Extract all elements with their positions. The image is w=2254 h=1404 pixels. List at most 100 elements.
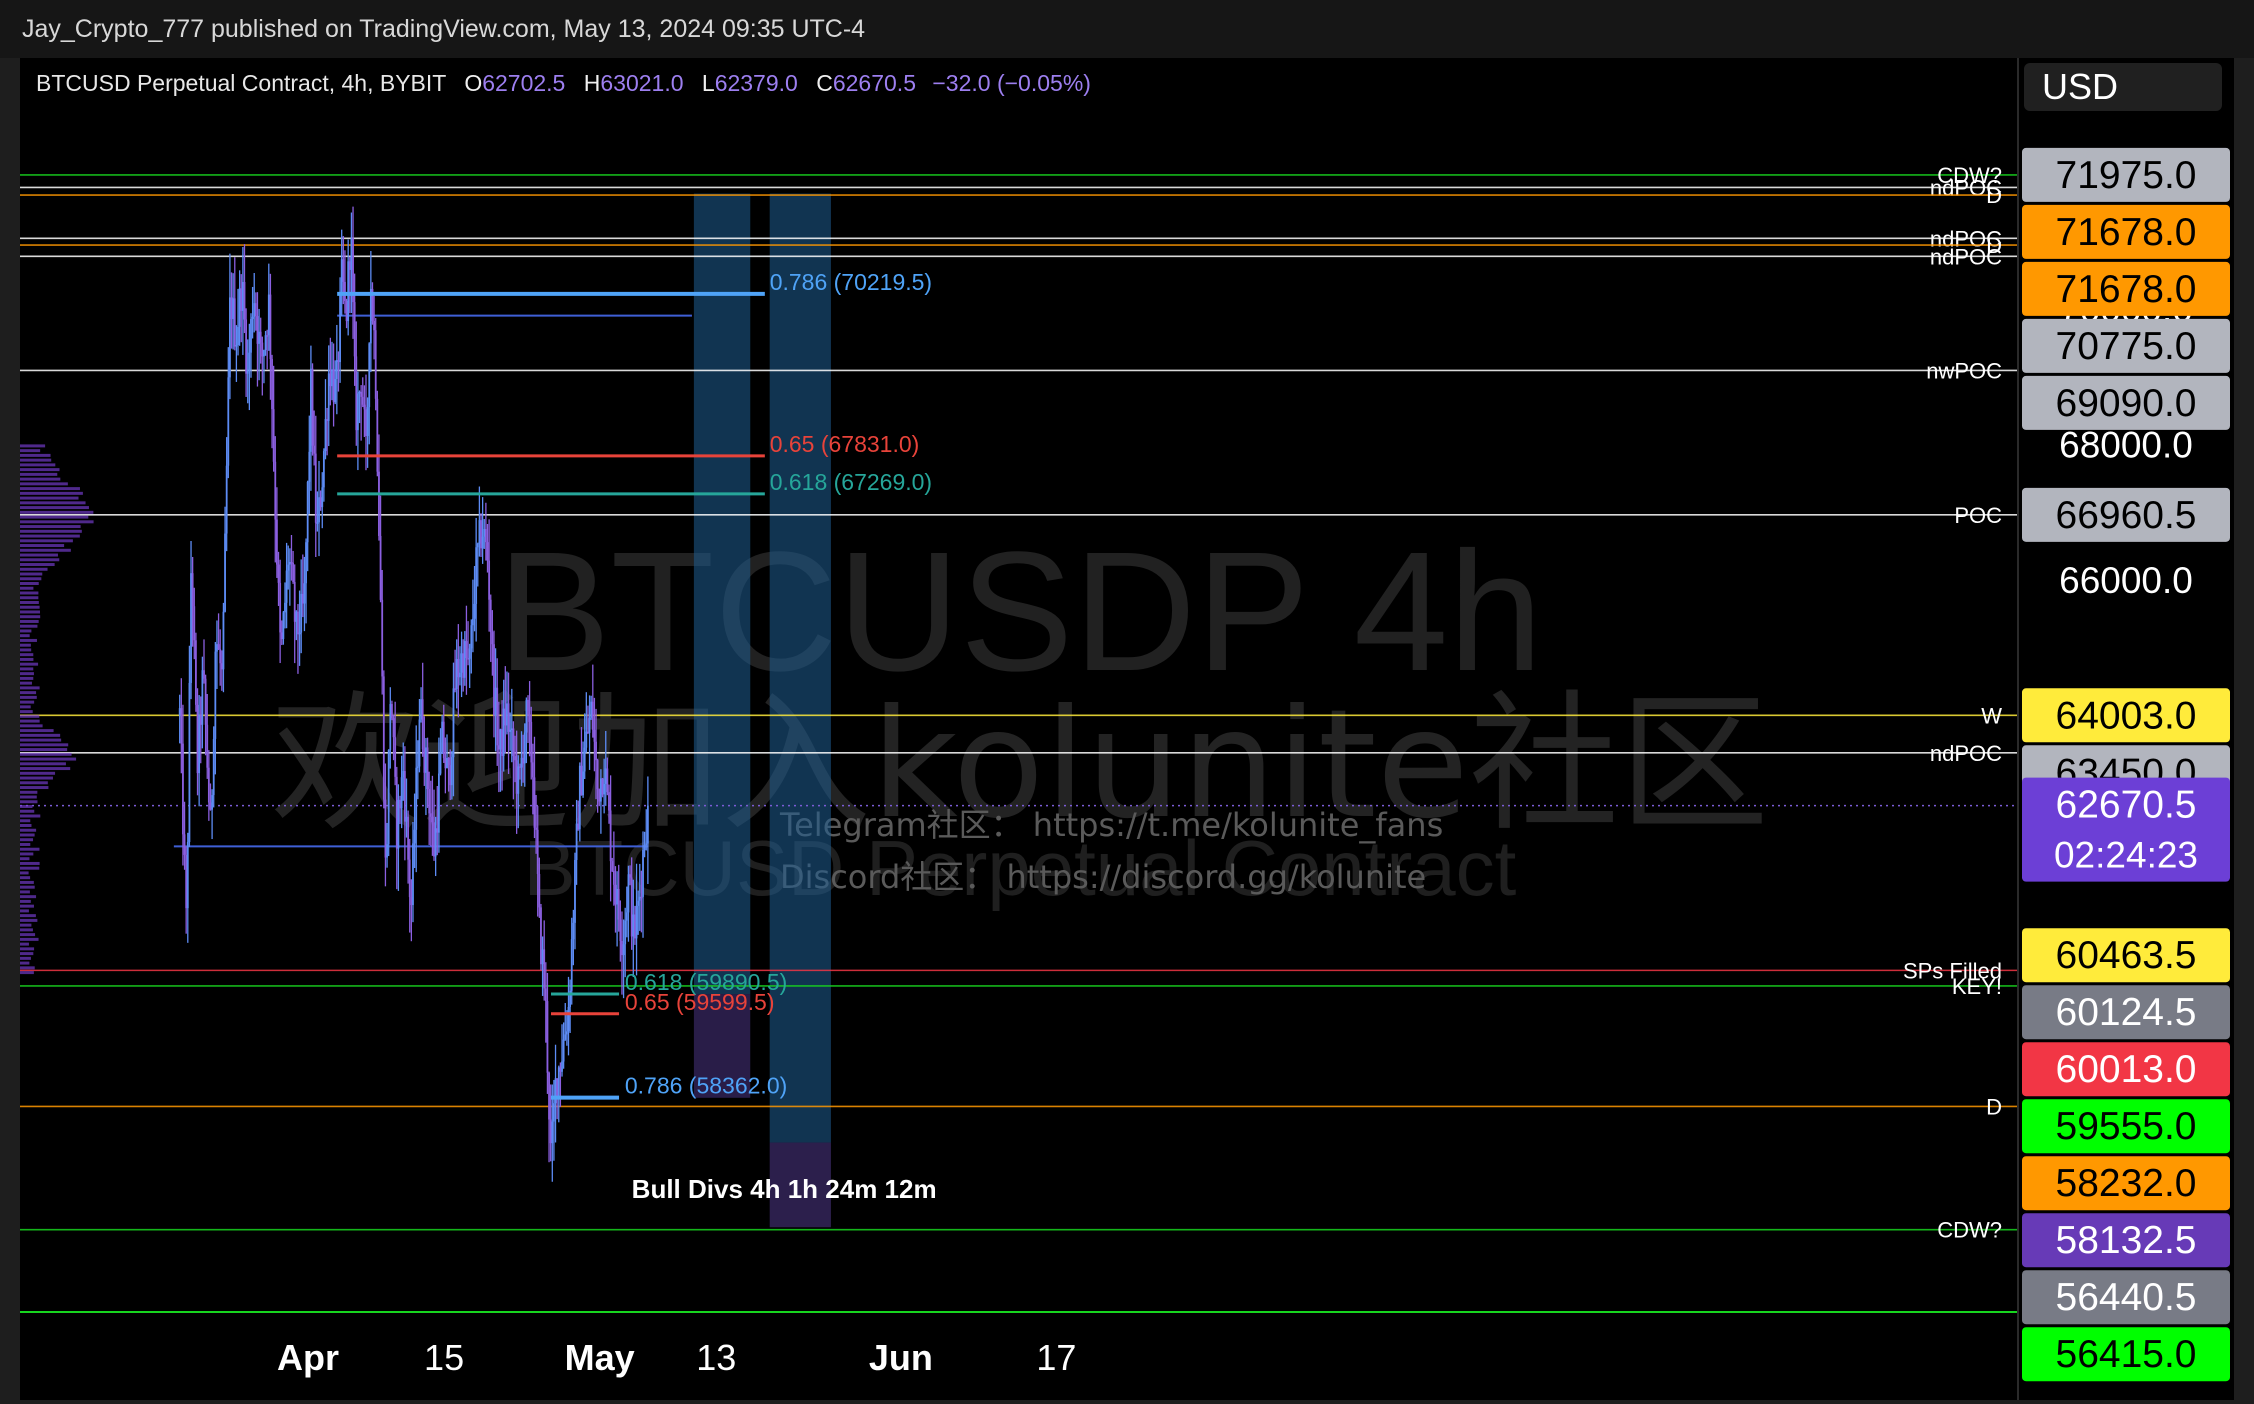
candle-body (264, 335, 267, 351)
candle-body (314, 453, 317, 523)
candle-body (327, 373, 330, 421)
candle-body (361, 396, 364, 405)
candle-body (199, 715, 202, 725)
candle-body (535, 827, 537, 830)
candle-body (528, 714, 531, 722)
symbol-label[interactable]: BTCUSD Perpetual Contract, 4h, BYBIT (36, 70, 446, 96)
volume-bar (20, 814, 41, 818)
candle-body (645, 843, 648, 846)
candle-body (497, 745, 500, 750)
candle-body (418, 719, 421, 767)
candle-body (412, 843, 414, 906)
candle-body (277, 564, 280, 583)
candle-body (426, 747, 429, 790)
candle-body (622, 944, 625, 956)
candle-body (227, 377, 230, 466)
candle-body (203, 670, 205, 679)
candle-body (587, 731, 589, 734)
candle-body (316, 522, 319, 524)
fib-label: 0.786 (70219.5) (770, 269, 932, 295)
candle-body (590, 701, 593, 718)
candle-body (540, 907, 542, 965)
candle-body (339, 295, 341, 363)
candle-body (420, 699, 422, 720)
volume-bar (20, 776, 53, 780)
candle-body (472, 618, 474, 626)
fib-label: 0.618 (67269.0) (770, 469, 932, 495)
candle-body (643, 845, 646, 851)
price-chart[interactable]: BTCUSDP 4h 欢迎加入kolunite社区 BTCUSD Perpetu… (20, 58, 2234, 1400)
candle-body (612, 870, 615, 885)
candle-body (578, 765, 581, 830)
candle-body (363, 404, 366, 410)
price-badge-label: 60463.5 (2056, 934, 2197, 977)
candle-body (494, 687, 497, 716)
price-badge-label: 71678.0 (2056, 211, 2197, 254)
volume-bar (20, 800, 38, 804)
candle-body (245, 319, 248, 374)
candle-body (259, 331, 262, 343)
candle-body (207, 767, 210, 803)
candle-body (536, 829, 539, 874)
candle-body (285, 570, 288, 603)
candle-body (274, 461, 277, 520)
volume-bar (20, 482, 68, 486)
candle-body (434, 828, 437, 857)
candle-body (634, 914, 636, 939)
x-tick-label: 15 (424, 1337, 464, 1378)
volume-bar (20, 529, 82, 533)
candle-body (468, 648, 471, 659)
candle-body (405, 816, 408, 822)
candle-body (384, 799, 387, 858)
volume-bar (20, 615, 41, 619)
candle-body (394, 737, 397, 777)
candle-body (319, 497, 322, 508)
candle-body (572, 922, 575, 940)
candle-body (638, 896, 641, 901)
candle-body (269, 294, 272, 360)
price-badge-label: 71975.0 (2056, 154, 2197, 197)
candle-body (337, 360, 340, 363)
candle-body (446, 757, 448, 769)
candle-body (601, 778, 604, 795)
candle-body (476, 543, 479, 548)
x-tick-label: 17 (1036, 1337, 1076, 1378)
candle-body (489, 599, 492, 633)
open-value: 62702.5 (482, 70, 566, 96)
candle-body (178, 708, 181, 716)
candle-body (254, 303, 257, 317)
candle-body (408, 859, 411, 898)
volume-bar (20, 534, 80, 538)
candle-body (232, 298, 235, 319)
fib-label: 0.65 (59599.5) (625, 989, 775, 1015)
candle-body (433, 822, 435, 857)
volume-bar (20, 876, 31, 880)
volume-bar (20, 458, 52, 462)
volume-bar (20, 914, 36, 918)
volume-bar (20, 714, 40, 718)
candle-body (570, 939, 573, 991)
volume-bar (20, 871, 29, 875)
candle-body (531, 762, 534, 778)
level-label: D (1986, 183, 2002, 208)
volume-bar (20, 558, 60, 562)
candle-body (603, 783, 606, 795)
candle-body (358, 391, 361, 394)
candle-body (606, 768, 609, 793)
watermark-discord: Discord社区： https://discord.gg/kolunite (780, 858, 1426, 896)
candle-body (632, 914, 635, 937)
currency-button[interactable]: USD (2024, 63, 2222, 111)
candle-body (275, 519, 278, 565)
candle-body (588, 717, 591, 733)
volume-bar (20, 757, 77, 761)
candle-body (212, 738, 215, 796)
candle-body (591, 701, 594, 730)
price-badge-label: 60013.0 (2056, 1048, 2197, 1091)
candle-body (378, 471, 380, 536)
candle-body (611, 861, 614, 871)
candle-body (523, 732, 526, 764)
candle-body (483, 529, 486, 537)
candle-body (549, 1119, 552, 1144)
candle-body (501, 729, 503, 756)
volume-bar (20, 657, 34, 661)
